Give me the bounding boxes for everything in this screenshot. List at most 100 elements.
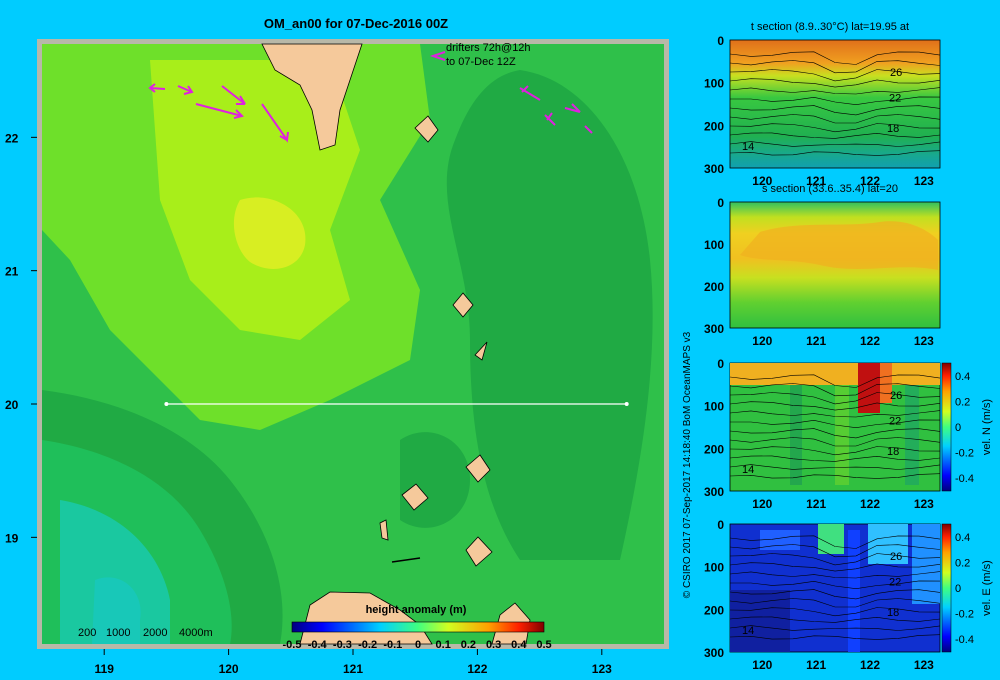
panel-ve-xtick-label: 123 bbox=[914, 658, 934, 672]
colorbar-tick-label: -0.3 bbox=[333, 639, 352, 651]
panel-ve-colorbar-tick: 0 bbox=[955, 583, 961, 595]
colorbar-tick-label: -0.4 bbox=[308, 639, 328, 651]
panel-ve-xtick-label: 122 bbox=[860, 658, 880, 672]
panel-s-xtick-label: 121 bbox=[806, 334, 826, 348]
panel-ve-colorbar-label: vel. E (m/s) bbox=[981, 560, 993, 616]
panel-vn-colorbar-tick: -0.2 bbox=[955, 448, 974, 460]
panel-ve-colorbar-tick: 0.4 bbox=[955, 532, 970, 544]
depth-legend-1000: 1000 bbox=[106, 627, 130, 639]
map-x-ticks: 119 120 121 122 123 bbox=[95, 649, 612, 676]
panel-vn-colorbar-tick: 0 bbox=[955, 422, 961, 434]
depth-legend-200: 200 bbox=[78, 627, 96, 639]
panel-ve-contour-label: 22 bbox=[889, 576, 901, 588]
panel-s-xtick-label: 120 bbox=[752, 334, 772, 348]
depth-legend-4000: 4000m bbox=[179, 627, 213, 639]
map-field bbox=[42, 44, 664, 644]
panel-s-ytick-label: 0 bbox=[717, 196, 724, 210]
section-line-start bbox=[164, 402, 169, 406]
panel-vn-colorbar-tick: -0.4 bbox=[955, 473, 974, 485]
panel-ve-colorbar-tick: 0.2 bbox=[955, 557, 970, 569]
colorbar-tick-label: 0.4 bbox=[511, 639, 527, 651]
panel-ve-ytick-label: 200 bbox=[704, 603, 724, 617]
panel-s-section: s section (33.6..35.4) lat=20 120 121 122 1… bbox=[704, 183, 941, 348]
colorbar-tick-label: -0.5 bbox=[283, 639, 302, 651]
map-x-tick-label: 120 bbox=[219, 662, 239, 676]
map-x-tick-label: 122 bbox=[467, 662, 487, 676]
panel-t-section: t section (8.9..30°C) lat=19.95 at 26 22 1… bbox=[704, 21, 941, 188]
panel-t-ytick-label: 100 bbox=[704, 77, 724, 91]
panel-t-ytick-label: 200 bbox=[704, 119, 724, 133]
panel-ve-colorbar-tick: -0.4 bbox=[955, 634, 974, 646]
colorbar-ticks: -0.5 -0.4 -0.3 -0.2 -0.1 0 0.1 0.2 0.3 0.4 0.5 bbox=[283, 639, 552, 651]
map-y-tick-label: 22 bbox=[5, 131, 19, 145]
field-level-spot bbox=[561, 333, 589, 377]
panel-vn-band bbox=[790, 385, 802, 485]
map-x-tick-label: 123 bbox=[592, 662, 612, 676]
colorbar-tick-label: 0.3 bbox=[486, 639, 501, 651]
panel-ve-ytick-label: 300 bbox=[704, 646, 724, 660]
panel-vn-surface bbox=[730, 363, 940, 385]
panel-ve-section: 26221814 120 121 122 123 0100200300 0.40.20… bbox=[704, 518, 993, 672]
panel-ve-yticks: 0 100 200 300 bbox=[704, 518, 724, 660]
panel-ve-contour-label: 14 bbox=[742, 625, 754, 637]
panel-vn-colorbar-ticks: 0.4 0.2 0 -0.2 -0.4 bbox=[955, 371, 974, 485]
panel-vn-section: 26221814 120 121 122 123 0100200300 0.40.20… bbox=[704, 357, 993, 511]
colorbar-tick-label: 0.5 bbox=[536, 639, 551, 651]
colorbar-tick-label: 0.2 bbox=[461, 639, 476, 651]
panel-t-title: t section (8.9..30°C) lat=19.95 at bbox=[751, 21, 909, 33]
panel-s-title: s section (33.6..35.4) lat=20 bbox=[762, 183, 898, 195]
panel-vn-xticks: 120 121 122 123 bbox=[752, 497, 934, 511]
panel-ve-contour-label: 18 bbox=[887, 607, 899, 619]
colorbar-tick-label: 0.1 bbox=[436, 639, 451, 651]
panel-s-yticks: 0 100 200 300 bbox=[704, 196, 724, 336]
colorbar-tick-label: -0.1 bbox=[383, 639, 402, 651]
panel-t-contour-label: 14 bbox=[742, 141, 754, 153]
panel-s-xticks: 120 121 122 123 bbox=[752, 334, 934, 348]
panel-t-contour-label: 26 bbox=[890, 67, 902, 79]
panel-ve-xtick-label: 120 bbox=[752, 658, 772, 672]
panel-t-contour-label: 22 bbox=[889, 92, 901, 104]
map-title: OM_an00 for 07-Dec-2016 00Z bbox=[264, 16, 448, 31]
drifter-note-line1: drifters 72h@12h bbox=[446, 42, 531, 54]
panel-ve-ytick-label: 100 bbox=[704, 561, 724, 575]
panel-s-ytick-label: 200 bbox=[704, 280, 724, 294]
map-y-tick-label: 21 bbox=[5, 265, 19, 279]
panel-vn-core bbox=[858, 363, 880, 413]
colorbar bbox=[291, 621, 545, 633]
panel-vn-xtick-label: 120 bbox=[752, 497, 772, 511]
panel-vn-contour-label: 18 bbox=[887, 446, 899, 458]
panel-vn-contour-label: 26 bbox=[890, 390, 902, 402]
panel-ve-colorbar bbox=[941, 523, 952, 653]
credit-text: © CSIRO 2017 07-Sep-2017 14:18:40 BoM Oc… bbox=[682, 331, 693, 598]
panel-t-ytick-label: 300 bbox=[704, 162, 724, 176]
panel-vn-colorbar-tick: 0.2 bbox=[955, 396, 970, 408]
panel-vn-ytick-label: 300 bbox=[704, 485, 724, 499]
panel-t-plot bbox=[729, 39, 941, 169]
depth-legend-2000: 2000 bbox=[143, 627, 167, 639]
map-y-tick-label: 20 bbox=[5, 398, 19, 412]
panel-vn-contour-label: 22 bbox=[889, 415, 901, 427]
map-x-tick-label: 119 bbox=[95, 662, 115, 676]
panel-vn-colorbar bbox=[941, 362, 952, 492]
panel-ve-colorbar-ticks: 0.4 0.2 0 -0.2 -0.4 bbox=[955, 532, 974, 646]
panel-ve-xticks: 120 121 122 123 bbox=[752, 658, 934, 672]
panel-vn-xtick-label: 122 bbox=[860, 497, 880, 511]
panel-s-xtick-label: 123 bbox=[914, 334, 934, 348]
map-y-ticks: 22 21 20 19 bbox=[5, 131, 37, 545]
panel-vn-ytick-label: 0 bbox=[717, 357, 724, 371]
panel-vn-colorbar-tick: 0.4 bbox=[955, 371, 970, 383]
panel-vn-band bbox=[835, 385, 849, 485]
colorbar-label: height anomaly (m) bbox=[366, 604, 467, 616]
panel-t-xtick-label: 123 bbox=[914, 174, 934, 188]
panel-vn-ytick-label: 100 bbox=[704, 400, 724, 414]
panel-t-contour-label: 18 bbox=[887, 123, 899, 135]
panel-t-ytick-label: 0 bbox=[717, 34, 724, 48]
panel-vn-colorbar-label: vel. N (m/s) bbox=[981, 399, 993, 455]
panel-s-ytick-label: 300 bbox=[704, 322, 724, 336]
colorbar-tick-label: -0.2 bbox=[358, 639, 377, 651]
panel-ve-deep bbox=[730, 590, 790, 652]
panel-ve-ytick-label: 0 bbox=[717, 518, 724, 532]
panel-ve-contour-label: 26 bbox=[890, 551, 902, 563]
section-line-end bbox=[624, 402, 629, 406]
panel-vn-band bbox=[905, 385, 919, 485]
